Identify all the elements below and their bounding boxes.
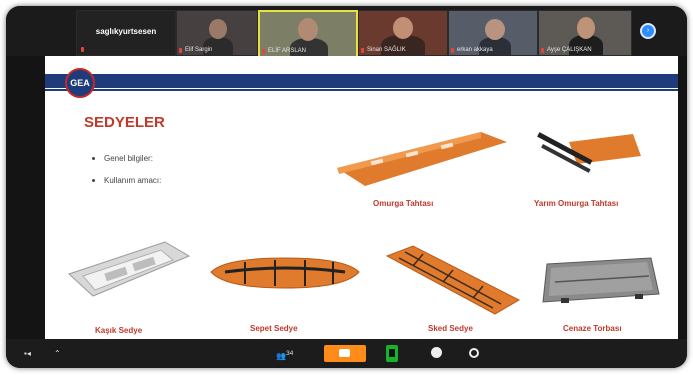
- meeting-toolbar: ▪◂ ⌃ 👥34: [6, 339, 687, 368]
- participant-name: saglıkyurtsesen: [95, 27, 157, 36]
- organization-logo: GEA: [65, 68, 95, 98]
- participant-tile[interactable]: Sinan SAĞLIK: [358, 10, 448, 56]
- participant-video: [577, 17, 595, 39]
- scoop-stretcher-image: [68, 241, 191, 297]
- participant-name: Ayşe ÇALIŞKAN: [547, 47, 592, 53]
- caption-yarim: Yarım Omurga Tahtası: [534, 199, 619, 208]
- more-icon[interactable]: ▪◂: [24, 345, 38, 362]
- chevron-up-icon[interactable]: ⌃: [54, 345, 64, 362]
- bullet-dot-icon: [92, 179, 95, 183]
- caption-cenaze: Cenaze Torbası: [563, 324, 622, 333]
- participants-icon: 👥: [276, 351, 286, 361]
- participant-name: Sinan SAĞLIK: [367, 47, 406, 53]
- chat-button[interactable]: [324, 345, 366, 362]
- slide-title: SEDYELER: [84, 114, 165, 131]
- participant-name: Elif Sargin: [185, 47, 213, 53]
- bullet-item: Genel bilgiler:: [92, 154, 153, 163]
- sked-stretcher-image: [385, 245, 521, 315]
- slide-header-bar: [45, 74, 678, 88]
- mic-muted-icon: [541, 48, 544, 53]
- mic-muted-icon: [81, 47, 84, 52]
- participant-name: erkan akkaya: [457, 47, 493, 53]
- caption-omurga: Omurga Tahtası: [373, 199, 434, 208]
- next-participants-icon[interactable]: ›: [640, 23, 656, 39]
- participant-tile[interactable]: Elif Sargin: [176, 10, 258, 56]
- participants-button[interactable]: 👥34: [276, 345, 304, 362]
- participant-strip: saglıkyurtsesen Elif Sargin ELİF ARSLAN …: [6, 6, 687, 58]
- chat-icon: [339, 349, 350, 357]
- bullet-text: Kullanım amacı:: [104, 176, 162, 185]
- zoom-window: saglıkyurtsesen Elif Sargin ELİF ARSLAN …: [6, 6, 687, 368]
- participant-video: [298, 18, 318, 41]
- caption-sked: Sked Sedye: [428, 324, 473, 333]
- participant-video: [393, 17, 413, 39]
- basket-stretcher-image: [210, 257, 360, 289]
- bullet-dot-icon: [92, 157, 95, 161]
- record-button[interactable]: [431, 345, 443, 362]
- shared-slide: GEA SEDYELER Genel bilgiler: Kullanım am…: [45, 56, 678, 339]
- half-spine-board-image: [537, 132, 641, 173]
- caption-kasik: Kaşık Sedye: [95, 326, 143, 335]
- participant-name: ELİF ARSLAN: [268, 48, 307, 54]
- participant-tile[interactable]: ELİF ARSLAN: [258, 10, 358, 58]
- body-bag-image: [542, 257, 660, 303]
- share-screen-button[interactable]: [386, 345, 398, 362]
- mic-muted-icon: [179, 48, 182, 53]
- participant-video: [485, 19, 505, 40]
- caption-sepet: Sepet Sedye: [250, 324, 298, 333]
- record-icon: [431, 347, 442, 358]
- bullet-item: Kullanım amacı:: [92, 176, 161, 185]
- participant-tile-active-speaker[interactable]: saglıkyurtsesen: [76, 10, 176, 56]
- spine-board-image: [337, 132, 507, 186]
- participant-video: [209, 19, 227, 39]
- participant-tile[interactable]: erkan akkaya: [448, 10, 538, 56]
- mic-muted-icon: [361, 48, 364, 53]
- share-screen-icon: [389, 349, 395, 357]
- participant-tile[interactable]: Ayşe ÇALIŞKAN: [538, 10, 632, 56]
- slide-header-line: [45, 89, 678, 91]
- reactions-button[interactable]: [469, 345, 481, 362]
- mic-muted-icon: [451, 48, 454, 53]
- bullet-text: Genel bilgiler:: [104, 154, 153, 163]
- participant-count: 34: [285, 350, 294, 357]
- mic-muted-icon: [262, 49, 265, 54]
- reactions-icon: [469, 348, 479, 358]
